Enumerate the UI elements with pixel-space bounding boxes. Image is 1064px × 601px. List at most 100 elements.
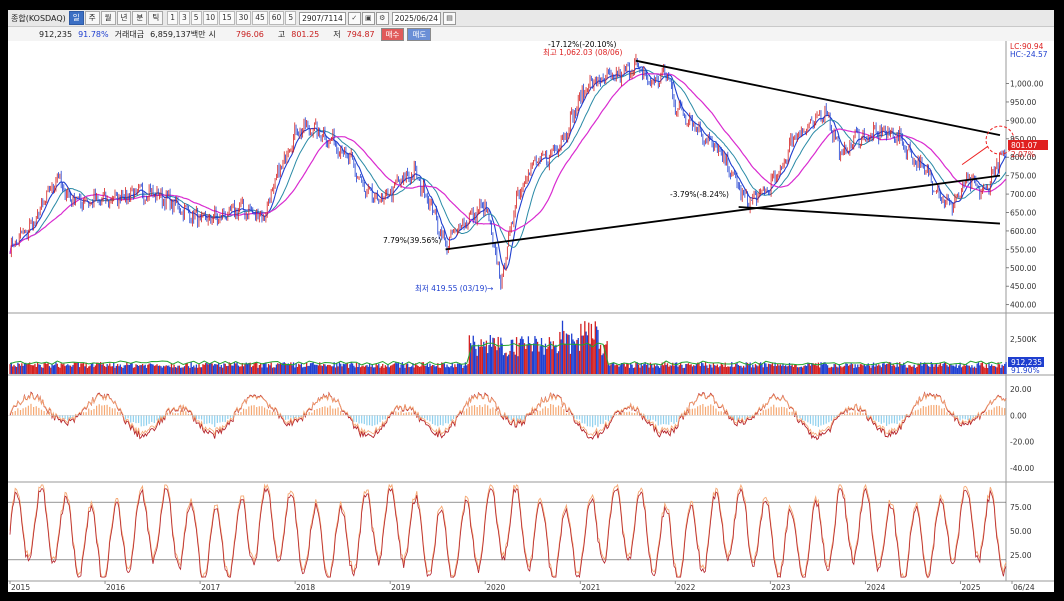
volume-bar (666, 363, 669, 374)
volume-bar (976, 363, 978, 374)
period-button-4[interactable]: 분 (132, 11, 148, 25)
volume-bar (113, 362, 115, 374)
count-field[interactable]: 2907/7114 (299, 11, 346, 25)
volume-bar (144, 364, 146, 374)
period-button-3[interactable]: 년 (116, 11, 132, 25)
volume-bar (84, 366, 86, 374)
interval-button-7[interactable]: 60 (268, 11, 285, 25)
period-button-2[interactable]: 월 (100, 11, 116, 25)
volume-bar (875, 363, 877, 374)
volume-bar (770, 364, 772, 374)
volume-bar (71, 366, 73, 374)
volume-bar (409, 367, 411, 374)
volume-bar (885, 363, 888, 374)
volume-bar (195, 364, 198, 374)
volume-bar (115, 365, 117, 374)
volume-bar (719, 366, 721, 374)
volume-bar (694, 365, 696, 374)
volume-bar (277, 363, 279, 374)
volume-bar (933, 366, 935, 374)
volume-bar (233, 362, 236, 374)
volume-bar (294, 367, 296, 374)
volume-bar (799, 367, 801, 374)
volume-ratio: 91.78% (78, 29, 109, 39)
period-button-0[interactable]: 일 (68, 11, 84, 25)
volume-bar (65, 365, 68, 374)
period-button-5[interactable]: 틱 (148, 11, 164, 25)
volume-bar (786, 366, 788, 374)
volume-bar (523, 343, 526, 374)
volume-bar (668, 366, 670, 374)
volume-bar (767, 363, 770, 374)
buy-button[interactable]: 매수 (380, 27, 405, 41)
interval-button-6[interactable]: 45 (252, 11, 268, 25)
volume-bar (752, 364, 754, 374)
volume-bar (720, 363, 722, 374)
volume-bar (218, 363, 220, 374)
symbol-name[interactable]: 종합(KOSDAQ) (8, 13, 69, 24)
volume-bar (740, 365, 742, 374)
chart-area[interactable]: 1,000.00 950.00 900.00 850.00 800.00 750.00 70… (8, 41, 1054, 592)
volume-bar (962, 366, 964, 374)
volume-bar (307, 365, 309, 374)
interval-button-5[interactable]: 30 (235, 11, 252, 25)
volume-bar (130, 363, 132, 374)
volume-bar (858, 367, 860, 374)
volume-bar (350, 362, 352, 374)
volume-bar (262, 363, 264, 374)
interval-button-3[interactable]: 10 (202, 11, 219, 25)
volume-bar (151, 364, 153, 374)
volume-bar (565, 333, 568, 374)
volume-bar (407, 363, 409, 374)
volume-bar (442, 363, 444, 374)
volume-bar (784, 365, 787, 374)
volume-bar (652, 367, 654, 374)
volume-bar (420, 366, 422, 374)
low-label: 저 (333, 29, 341, 39)
volume-bar (577, 338, 579, 374)
calendar-icon[interactable]: ▤ (443, 11, 457, 25)
volume-bar (160, 366, 162, 374)
volume-bar (111, 366, 114, 374)
volume-bar (361, 366, 363, 374)
chart-icon[interactable]: ✓ (347, 11, 361, 25)
volume-bar (161, 367, 163, 374)
gear-icon[interactable]: ⚙ (375, 11, 389, 25)
period-button-1[interactable]: 주 (84, 11, 100, 25)
volume-bar (274, 367, 276, 374)
volume-bar (896, 362, 898, 374)
interval-button-0[interactable]: 1 (167, 11, 179, 25)
interval-button-1[interactable]: 3 (179, 11, 190, 25)
volume-bar (303, 366, 305, 374)
volume-bar (179, 367, 182, 374)
volume-bar (918, 364, 921, 374)
volume-bar (757, 366, 759, 374)
volume-bar (708, 364, 711, 374)
volume-bar (551, 349, 553, 374)
low-arrow-icon: → (487, 284, 493, 293)
date-field[interactable]: 2025/06/24 (391, 11, 442, 25)
interval-button-4[interactable]: 15 (219, 11, 235, 25)
volume-bar (47, 362, 49, 374)
volume-bar (267, 363, 270, 374)
volume-bar (359, 367, 362, 374)
interval-button-8[interactable]: 5 (285, 11, 297, 25)
volume-bar (821, 364, 823, 374)
volume-bar (342, 363, 345, 374)
volume-bar (990, 364, 993, 374)
sell-button[interactable]: 매도 (407, 27, 432, 41)
price-tick-label: 950.00 (1010, 98, 1036, 107)
interval-button-2[interactable]: 5 (190, 11, 202, 25)
amount-value: 6,859,137백만 (150, 29, 206, 39)
volume-bar (73, 362, 76, 374)
volume-bar (13, 364, 15, 374)
period-buttons: 일주월년분틱 (68, 11, 164, 25)
save-icon[interactable]: ▣ (361, 11, 375, 25)
volume-bar (878, 364, 880, 374)
volume-bar (635, 362, 637, 374)
volume-bar (935, 363, 938, 374)
volume-bar (771, 363, 774, 374)
time-tick-label: 2021 (581, 583, 600, 592)
volume-bar (392, 364, 394, 374)
volume-bar (15, 366, 18, 374)
